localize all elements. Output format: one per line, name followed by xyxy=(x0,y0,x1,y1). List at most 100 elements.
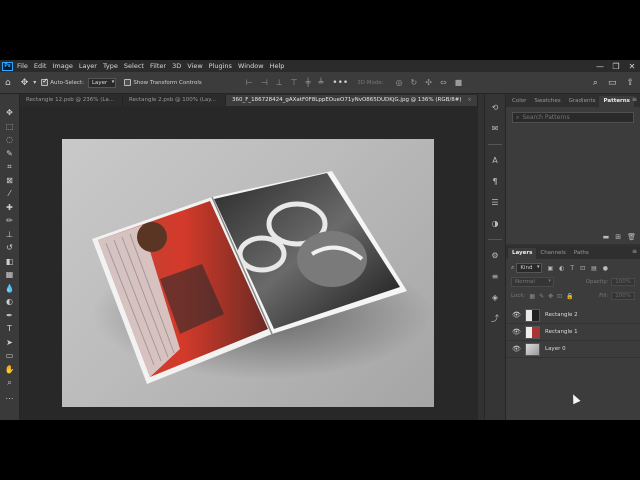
quick-select-tool[interactable]: ✎ xyxy=(3,147,17,161)
3d-orbit-icon[interactable]: ◎ xyxy=(396,78,403,87)
channels-icon[interactable]: ◈ xyxy=(488,290,502,304)
tab-layers[interactable]: Layers xyxy=(508,248,537,259)
align-bottom-icon[interactable]: ╧ xyxy=(318,78,323,87)
tab-gradients[interactable]: Gradients xyxy=(565,96,600,107)
tab-patterns[interactable]: Patterns xyxy=(599,96,634,107)
tab-color[interactable]: Color xyxy=(508,96,530,107)
eraser-tool[interactable]: ◧ xyxy=(3,255,17,269)
shape-filter-icon[interactable]: ⊡ xyxy=(580,265,585,272)
fill-field[interactable]: 100% xyxy=(611,292,635,300)
tab-swatches[interactable]: Swatches xyxy=(530,96,564,107)
3d-pan-icon[interactable]: ✣ xyxy=(425,78,432,87)
align-right-icon[interactable]: ⊥ xyxy=(276,78,283,87)
paths-icon[interactable]: ⤴ xyxy=(488,311,502,325)
layers-menu-icon[interactable]: ≡ xyxy=(632,248,637,255)
frame-tool[interactable]: ⊠ xyxy=(3,174,17,188)
marquee-tool[interactable]: ⬚ xyxy=(3,120,17,134)
menu-filter[interactable]: Filter xyxy=(150,62,166,70)
menu-3d[interactable]: 3D xyxy=(172,62,181,70)
lock-artboard-icon[interactable]: ⊡ xyxy=(557,293,562,300)
menu-select[interactable]: Select xyxy=(124,62,144,70)
filter-toggle-icon[interactable]: ● xyxy=(603,265,608,272)
3d-slide-icon[interactable]: ⇔ xyxy=(440,78,447,87)
lock-pixels-icon[interactable]: ▦ xyxy=(529,293,535,300)
lock-all-icon[interactable]: 🔒 xyxy=(566,293,573,300)
visibility-eye-icon[interactable]: 👁 xyxy=(512,345,522,353)
visibility-eye-icon[interactable]: 👁 xyxy=(512,311,522,319)
zoom-tool[interactable]: ⌕ xyxy=(3,376,17,390)
align-top-icon[interactable]: ⊤ xyxy=(291,78,298,87)
search-patterns-input[interactable] xyxy=(522,114,623,121)
layer-row-layer-0[interactable]: 👁 Layer 0 xyxy=(506,341,640,358)
3d-roll-icon[interactable]: ↻ xyxy=(411,78,418,87)
patterns-search[interactable]: ⌕ xyxy=(512,112,634,123)
healing-tool[interactable]: ✚ xyxy=(3,201,17,215)
smart-object-filter-icon[interactable]: ▤ xyxy=(591,265,597,272)
show-transform-checkbox[interactable] xyxy=(124,79,132,86)
eyedropper-tool[interactable]: ⁄ xyxy=(3,187,17,201)
tab-paths[interactable]: Paths xyxy=(570,248,593,259)
type-tool[interactable]: T xyxy=(3,322,17,336)
home-icon[interactable]: ⌂ xyxy=(5,78,11,88)
tab-active-document[interactable]: 360_F_186728424_gAXatF0F8LppEOueO71yNvO8… xyxy=(226,95,478,106)
adjustment-filter-icon[interactable]: ◐ xyxy=(559,265,564,272)
delete-icon[interactable]: 🗑 xyxy=(627,233,636,241)
layer-row-rectangle-2[interactable]: 👁 Rectangle 2 xyxy=(506,307,640,324)
move-tool[interactable]: ✥ xyxy=(3,106,17,120)
3d-scale-icon[interactable]: ■ xyxy=(455,78,463,87)
layers-icon[interactable]: ≡ xyxy=(488,269,502,283)
menu-image[interactable]: Image xyxy=(52,62,72,70)
character-icon[interactable]: A xyxy=(488,153,502,167)
document-canvas[interactable] xyxy=(62,139,434,407)
share-icon[interactable]: ⇪ xyxy=(626,78,634,88)
close-tab-icon[interactable]: × xyxy=(467,97,472,103)
blur-tool[interactable]: 💧 xyxy=(3,282,17,296)
align-center-icon[interactable]: ⊣ xyxy=(261,78,268,87)
more-tools[interactable]: … xyxy=(3,390,17,404)
align-middle-icon[interactable]: ╪ xyxy=(306,78,311,87)
crop-tool[interactable]: ⌗ xyxy=(3,160,17,174)
opacity-field[interactable]: 100% xyxy=(611,278,635,286)
move-tool-preset-icon[interactable]: ✥ xyxy=(21,78,29,88)
new-pattern-icon[interactable]: ⊞ xyxy=(615,233,621,241)
lock-paint-icon[interactable]: ✎ xyxy=(539,293,544,300)
pixel-filter-icon[interactable]: ▣ xyxy=(548,265,554,272)
properties-icon[interactable]: ⚙ xyxy=(488,248,502,262)
paragraph-icon[interactable]: ¶ xyxy=(488,174,502,188)
more-options-button[interactable]: ••• xyxy=(332,78,348,88)
menu-type[interactable]: Type xyxy=(103,62,118,70)
close-window-button[interactable]: ✕ xyxy=(624,60,640,72)
minimize-button[interactable]: — xyxy=(592,60,608,72)
tab-rectangle-2[interactable]: Rectangle 2.psb @ 100% (Lay... xyxy=(123,95,226,106)
menu-layer[interactable]: Layer xyxy=(79,62,97,70)
hand-tool[interactable]: ✋ xyxy=(3,363,17,377)
visibility-eye-icon[interactable]: 👁 xyxy=(512,328,522,336)
panel-menu-icon[interactable]: ≡ xyxy=(632,96,637,103)
shape-tool[interactable]: ▭ xyxy=(3,349,17,363)
workspace-icon[interactable]: ▭ xyxy=(608,78,617,88)
history-brush-tool[interactable]: ↺ xyxy=(3,241,17,255)
layer-row-rectangle-1[interactable]: 👁 Rectangle 1 xyxy=(506,324,640,341)
menu-file[interactable]: File xyxy=(17,62,28,70)
history-icon[interactable]: ⟲ xyxy=(488,100,502,114)
auto-select-checkbox[interactable] xyxy=(41,77,49,86)
menu-window[interactable]: Window xyxy=(238,62,264,70)
brush-tool[interactable]: ✏ xyxy=(3,214,17,228)
type-filter-icon[interactable]: T xyxy=(570,265,574,272)
auto-select-dropdown[interactable]: Layer xyxy=(87,77,117,88)
menu-plugins[interactable]: Plugins xyxy=(209,62,232,70)
comments-icon[interactable]: ✉ xyxy=(488,121,502,135)
pen-tool[interactable]: ✒ xyxy=(3,309,17,323)
tab-rectangle-12[interactable]: Rectangle 12.psb @ 236% (La... xyxy=(20,95,123,106)
gradient-tool[interactable]: ▦ xyxy=(3,268,17,282)
dodge-tool[interactable]: ◐ xyxy=(3,295,17,309)
align-left-icon[interactable]: ⊢ xyxy=(246,78,253,87)
tab-channels[interactable]: Channels xyxy=(536,248,569,259)
menu-edit[interactable]: Edit xyxy=(34,62,47,70)
search-icon[interactable]: ⌕ xyxy=(593,78,598,88)
path-select-tool[interactable]: ➤ xyxy=(3,336,17,350)
lock-position-icon[interactable]: ✥ xyxy=(548,293,553,300)
libraries-icon[interactable]: ☰ xyxy=(488,195,502,209)
chevron-down-icon[interactable]: ▾ xyxy=(33,79,36,86)
clone-stamp-tool[interactable]: ⊥ xyxy=(3,228,17,242)
